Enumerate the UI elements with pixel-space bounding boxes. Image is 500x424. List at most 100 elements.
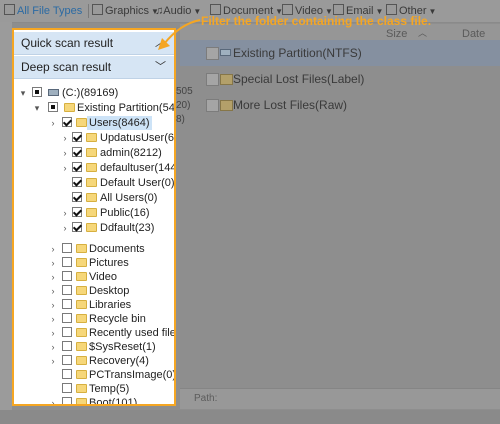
- expand-arrow-icon[interactable]: ›: [48, 242, 58, 256]
- node-checkbox[interactable]: [48, 102, 58, 112]
- scan-result-panel: Quick scan result ︿ Deep scan result ﹀ ▾…: [12, 28, 176, 406]
- row-checkbox[interactable]: [206, 73, 219, 86]
- expand-arrow-icon[interactable]: ›: [48, 326, 58, 340]
- collapse-arrow-icon[interactable]: ▾: [18, 86, 28, 100]
- expand-arrow-icon[interactable]: ›: [60, 131, 70, 145]
- deep-scan-label: Deep scan result: [21, 60, 112, 74]
- node-checkbox[interactable]: [72, 207, 82, 217]
- expand-arrow-icon[interactable]: ›: [48, 396, 58, 404]
- expand-arrow-icon[interactable]: ›: [60, 206, 70, 220]
- tab-audio-label: Audio: [163, 5, 192, 17]
- node-checkbox[interactable]: [72, 147, 82, 157]
- column-date[interactable]: Date: [462, 28, 485, 40]
- node-checkbox[interactable]: [62, 271, 72, 281]
- node-checkbox[interactable]: [62, 341, 72, 351]
- quick-scan-label: Quick scan result: [21, 36, 114, 50]
- row-label: Special Lost Files(Label): [233, 72, 365, 86]
- folder-icon: [76, 118, 87, 127]
- tab-graphics[interactable]: Graphics ▼: [92, 3, 159, 19]
- expand-arrow-icon[interactable]: ›: [48, 312, 58, 326]
- node-checkbox[interactable]: [72, 177, 82, 187]
- tree-node-label: Pictures: [89, 257, 129, 269]
- expand-arrow-icon[interactable]: ›: [48, 340, 58, 354]
- tree-node-label: Default User(0): [100, 177, 175, 189]
- tree-node-label: Recycle bin: [89, 313, 146, 325]
- tree-node-label: UpdatusUser(68): [100, 132, 176, 144]
- folder-icon: [76, 300, 87, 309]
- node-checkbox[interactable]: [62, 243, 72, 253]
- collapse-arrow-icon[interactable]: ▾: [32, 101, 42, 115]
- row-checkbox[interactable]: [206, 99, 219, 112]
- music-icon: ♫: [155, 5, 164, 17]
- path-label: Path:: [194, 393, 218, 404]
- node-checkbox[interactable]: [62, 299, 72, 309]
- folder-icon: [76, 398, 87, 404]
- tab-audio[interactable]: ♫Audio ▼: [155, 3, 201, 19]
- expand-arrow-icon[interactable]: ›: [60, 146, 70, 160]
- tree-node-label: Temp(5): [89, 383, 130, 395]
- expand-arrow-icon[interactable]: ›: [60, 161, 70, 175]
- expand-arrow-icon[interactable]: ›: [48, 256, 58, 270]
- node-checkbox[interactable]: [72, 162, 82, 172]
- node-checkbox[interactable]: [72, 222, 82, 232]
- callout-text: Filter the folder containing the class f…: [201, 14, 432, 28]
- folder-icon: [76, 286, 87, 295]
- node-checkbox[interactable]: [62, 355, 72, 365]
- node-checkbox[interactable]: [62, 257, 72, 267]
- drive-icon: [220, 49, 231, 56]
- folder-icon: [220, 74, 233, 85]
- folder-icon: [76, 328, 87, 337]
- tree-node-label: (C:)(89169): [62, 87, 119, 99]
- folder-icon: [76, 384, 87, 393]
- callout-arrow-icon: [158, 19, 201, 50]
- node-checkbox[interactable]: [62, 397, 72, 404]
- folder-icon: [76, 258, 87, 267]
- tree-node-label: Desktop: [89, 285, 130, 297]
- column-size[interactable]: Size: [386, 28, 407, 40]
- folder-icon: [76, 272, 87, 281]
- node-checkbox[interactable]: [72, 192, 82, 202]
- chevron-down-icon: ﹀: [155, 61, 166, 73]
- node-checkbox[interactable]: [32, 87, 42, 97]
- folder-icon: [86, 133, 97, 142]
- tab-all-file-types-label: All File Types: [17, 5, 83, 17]
- expand-arrow-icon[interactable]: ›: [48, 354, 58, 368]
- node-checkbox[interactable]: [62, 285, 72, 295]
- deep-scan-header[interactable]: Deep scan result ﹀: [14, 56, 174, 79]
- tree-node-label: Ddfault(23): [100, 222, 155, 234]
- tree-node-label: Video: [89, 271, 117, 283]
- folder-icon: [76, 342, 87, 351]
- status-strip: [0, 410, 500, 424]
- tree-node-label: PCTransImage(0): [89, 369, 176, 381]
- tree-node-label: Public(16): [100, 207, 150, 219]
- tab-all-file-types[interactable]: All File Types: [4, 3, 82, 19]
- tree-node-label: Existing Partition(54806): [77, 102, 175, 114]
- background-count: 20): [176, 100, 191, 111]
- toolbar-divider: [88, 4, 89, 18]
- image-icon: [92, 4, 103, 15]
- expand-arrow-icon[interactable]: ›: [48, 298, 58, 312]
- node-checkbox[interactable]: [62, 383, 72, 393]
- tree-node-label: Boot(101): [89, 397, 138, 406]
- tree-node-label: admin(8212): [100, 147, 162, 159]
- tree-node-label: Libraries: [89, 299, 132, 311]
- table-row[interactable]: More Lost Files(Raw): [180, 92, 500, 118]
- expand-arrow-icon[interactable]: ›: [48, 270, 58, 284]
- folder-icon: [86, 178, 97, 187]
- node-checkbox[interactable]: [62, 117, 72, 127]
- folder-icon: [86, 193, 97, 202]
- tree-node-label: $SysReset(1): [89, 341, 156, 353]
- node-checkbox[interactable]: [62, 327, 72, 337]
- folder-icon: [220, 100, 233, 111]
- folder-icon: [86, 208, 97, 217]
- node-checkbox[interactable]: [62, 313, 72, 323]
- table-row[interactable]: Existing Partition(NTFS): [180, 40, 500, 66]
- tree-node-label: Users(8464): [87, 116, 152, 130]
- drive-icon: [48, 89, 59, 96]
- expand-arrow-icon[interactable]: ›: [48, 284, 58, 298]
- expand-arrow-icon[interactable]: ›: [60, 221, 70, 235]
- node-checkbox[interactable]: [72, 132, 82, 142]
- expand-arrow-icon[interactable]: ›: [48, 116, 58, 130]
- node-checkbox[interactable]: [62, 369, 72, 379]
- table-row[interactable]: Special Lost Files(Label): [180, 66, 500, 92]
